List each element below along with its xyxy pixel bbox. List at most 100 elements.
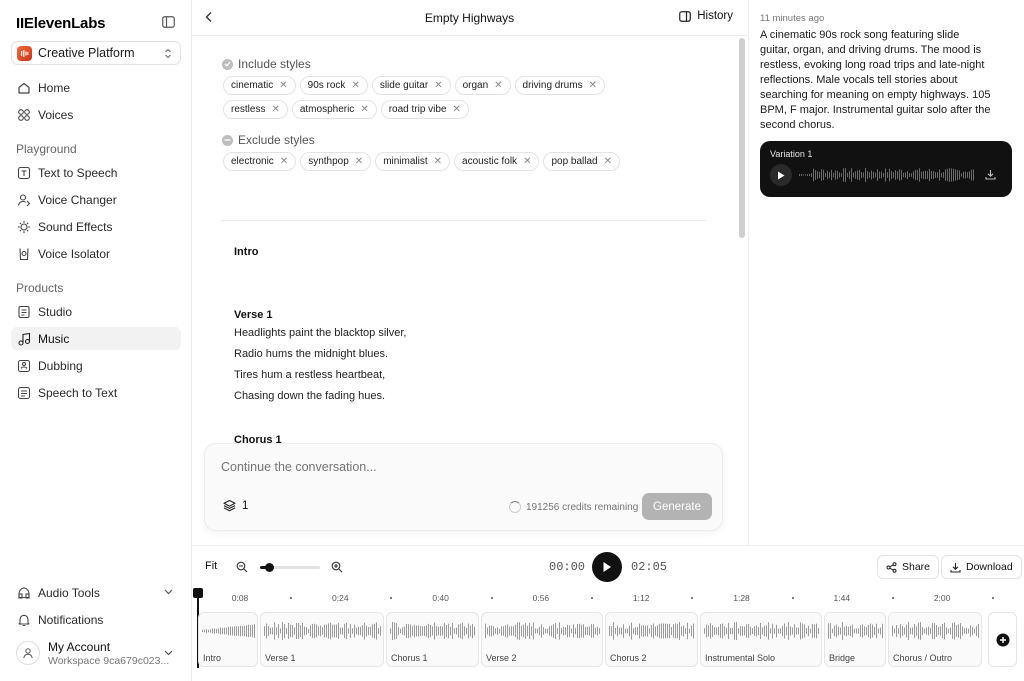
check-circle-icon bbox=[222, 58, 233, 70]
sidebar-item-music[interactable]: Music bbox=[11, 327, 181, 350]
section-waveform bbox=[264, 622, 381, 640]
generate-button[interactable]: Generate bbox=[642, 493, 712, 520]
song-section-chorus-outro[interactable]: Chorus / Outro bbox=[888, 612, 982, 667]
ruler-tick-dot bbox=[791, 597, 794, 599]
fit-button[interactable]: Fit bbox=[205, 560, 217, 572]
song-section-intro[interactable]: Intro bbox=[198, 612, 258, 667]
zoom-slider[interactable] bbox=[260, 563, 320, 572]
style-chip[interactable]: acoustic folk ✕ bbox=[454, 152, 540, 171]
lyric-line: Tires hum a restless heartbeat, bbox=[234, 369, 386, 381]
sidebar-item-speech-to-text[interactable]: Speech to Text bbox=[11, 381, 181, 404]
section-label: Chorus 1 bbox=[391, 653, 428, 663]
style-chip[interactable]: restless ✕ bbox=[223, 100, 288, 119]
include-styles-list: cinematic ✕ 90s rock ✕ slide guitar ✕ organ… bbox=[223, 76, 663, 119]
ruler-tick-label: 0:24 bbox=[332, 593, 349, 603]
download-button[interactable]: Download bbox=[941, 555, 1022, 579]
waveform[interactable] bbox=[798, 167, 976, 183]
ruler-tick-label: 1:44 bbox=[833, 593, 851, 603]
style-chip[interactable]: pop ballad ✕ bbox=[543, 152, 620, 171]
section-label: Instrumental Solo bbox=[705, 653, 776, 663]
logo[interactable]: IIElevenLabs bbox=[16, 15, 106, 32]
download-icon[interactable] bbox=[985, 169, 996, 180]
sidebar-item-voice-changer[interactable]: Voice Changer bbox=[11, 188, 181, 211]
add-section-button[interactable] bbox=[988, 612, 1017, 667]
share-button[interactable]: Share bbox=[877, 555, 940, 579]
style-chip[interactable]: 90s rock ✕ bbox=[299, 76, 368, 95]
song-section-instrumental-solo[interactable]: Instrumental Solo bbox=[700, 612, 822, 667]
remove-icon[interactable]: ✕ bbox=[351, 80, 359, 91]
zoom-in-icon[interactable] bbox=[331, 561, 343, 573]
remove-icon[interactable]: ✕ bbox=[589, 80, 597, 91]
song-section-bridge[interactable]: Bridge bbox=[824, 612, 886, 667]
account-menu[interactable]: My Account Workspace 9ca679c023... bbox=[11, 637, 181, 669]
chip-label: restless bbox=[231, 104, 266, 115]
ruler-tick-label: 2:00 bbox=[933, 593, 951, 603]
variation-card[interactable]: Variation 1 bbox=[760, 141, 1012, 197]
style-chip[interactable]: driving drums ✕ bbox=[514, 76, 605, 95]
sidebar-collapse-icon[interactable] bbox=[162, 16, 175, 28]
sidebar-item-label: Studio bbox=[38, 304, 73, 319]
main-play-button[interactable] bbox=[592, 552, 622, 582]
style-chip[interactable]: organ ✕ bbox=[454, 76, 511, 95]
style-chip[interactable]: minimalist ✕ bbox=[375, 152, 451, 171]
sidebar-item-audio-tools[interactable]: Audio Tools bbox=[11, 581, 181, 604]
remove-icon[interactable]: ✕ bbox=[523, 156, 531, 167]
ruler-tick-dot bbox=[591, 597, 594, 599]
scrollbar[interactable] bbox=[739, 38, 745, 238]
history-button[interactable]: History bbox=[679, 10, 733, 22]
section-waveform bbox=[485, 622, 600, 640]
remove-icon[interactable]: ✕ bbox=[360, 104, 368, 115]
sidebar-item-voice-isolator[interactable]: Voice Isolator bbox=[11, 242, 181, 265]
sidebar-item-text-to-speech[interactable]: Text to Speech bbox=[11, 161, 181, 184]
remove-icon[interactable]: ✕ bbox=[604, 156, 612, 167]
ruler-tick-label: 0:56 bbox=[532, 593, 550, 603]
sidebar-item-label: Home bbox=[38, 80, 71, 95]
section-label-products: Products bbox=[16, 281, 64, 295]
sidebar-item-voices[interactable]: Voices bbox=[11, 103, 181, 126]
song-section-verse-1[interactable]: Verse 1 bbox=[260, 612, 384, 667]
remove-icon[interactable]: ✕ bbox=[355, 156, 363, 167]
exclude-styles-heading: Exclude styles bbox=[222, 133, 315, 147]
sidebar-item-sound-effects[interactable]: Sound Effects bbox=[11, 215, 181, 238]
sidebar-item-notifications[interactable]: Notifications bbox=[11, 608, 181, 631]
style-chip[interactable]: cinematic ✕ bbox=[223, 76, 296, 95]
song-section-chorus-2[interactable]: Chorus 2 bbox=[605, 612, 698, 667]
ruler-tick-dot bbox=[490, 597, 493, 599]
style-chip[interactable]: road trip vibe ✕ bbox=[380, 100, 469, 119]
workspace-switcher[interactable]: Creative Platform bbox=[11, 41, 181, 65]
sidebar-item-studio[interactable]: Studio bbox=[11, 300, 181, 323]
song-section-verse-2[interactable]: Verse 2 bbox=[481, 612, 603, 667]
variations-selector[interactable]: 1 bbox=[223, 499, 248, 512]
time-ruler[interactable]: 0:08 0:24 0:40 0:56 1:12 1:28 1:44 2:00 bbox=[198, 591, 995, 605]
chip-label: pop ballad bbox=[551, 156, 598, 167]
sidebar-item-dubbing[interactable]: Dubbing bbox=[11, 354, 181, 377]
remove-icon[interactable]: ✕ bbox=[453, 104, 461, 115]
zoom-slider-handle[interactable] bbox=[265, 563, 274, 572]
style-chip[interactable]: synthpop ✕ bbox=[300, 152, 372, 171]
avatar bbox=[16, 641, 40, 665]
lyric-line: Headlights paint the blacktop silver, bbox=[234, 327, 407, 339]
remove-icon[interactable]: ✕ bbox=[494, 80, 502, 91]
section-label: Intro bbox=[203, 653, 222, 663]
song-section-chorus-1[interactable]: Chorus 1 bbox=[386, 612, 479, 667]
section-label-playground: Playground bbox=[16, 142, 77, 156]
remove-icon[interactable]: ✕ bbox=[434, 156, 442, 167]
exclude-styles-list: electronic ✕ synthpop ✕ minimalist ✕ acoust… bbox=[223, 152, 663, 171]
sidebar-item-label: Audio Tools bbox=[38, 585, 100, 600]
style-chip[interactable]: atmospheric ✕ bbox=[291, 100, 377, 119]
message-input[interactable] bbox=[221, 460, 621, 474]
chip-label: atmospheric bbox=[299, 104, 355, 115]
remove-icon[interactable]: ✕ bbox=[279, 80, 287, 91]
play-button[interactable] bbox=[770, 164, 792, 186]
style-chip[interactable]: slide guitar ✕ bbox=[371, 76, 451, 95]
remove-icon[interactable]: ✕ bbox=[271, 104, 279, 115]
style-chip[interactable]: electronic ✕ bbox=[223, 152, 297, 171]
remove-icon[interactable]: ✕ bbox=[434, 80, 442, 91]
remove-icon[interactable]: ✕ bbox=[280, 156, 288, 167]
variation-label: Variation 1 bbox=[770, 149, 813, 159]
variations-count: 1 bbox=[242, 499, 249, 512]
chip-label: driving drums bbox=[522, 80, 583, 91]
zoom-out-icon[interactable] bbox=[236, 561, 248, 573]
sidebar-item-home[interactable]: Home bbox=[11, 76, 181, 99]
section-waveform bbox=[704, 622, 819, 640]
